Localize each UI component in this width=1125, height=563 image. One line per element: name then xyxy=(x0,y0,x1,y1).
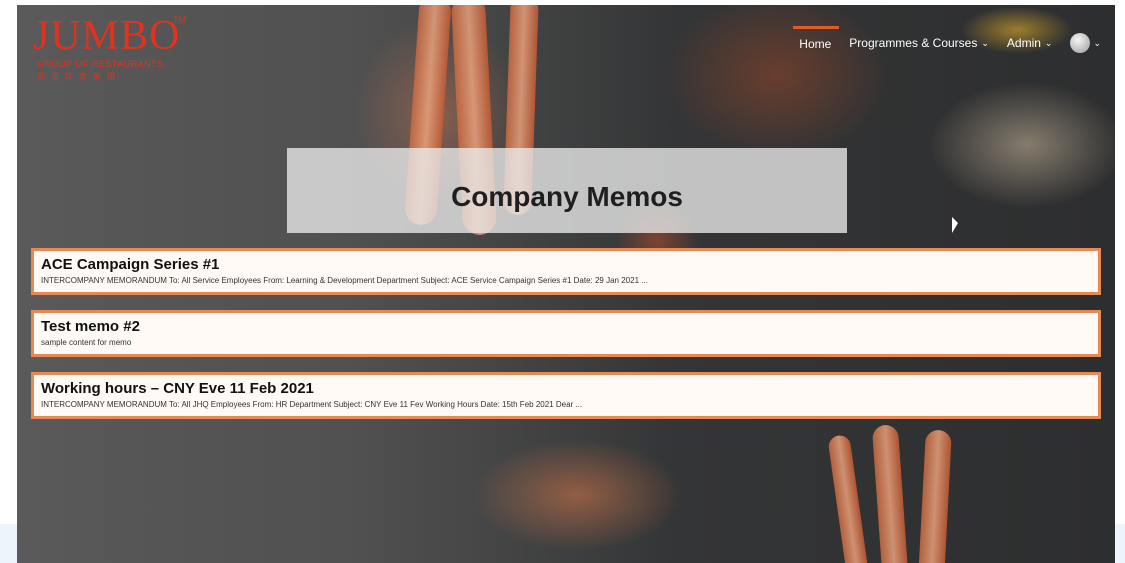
logo-subtitle: GROUP OF RESTAURANTS xyxy=(37,59,164,69)
chevron-down-icon: ⌄ xyxy=(1093,37,1101,48)
brand-logo[interactable]: JUMBO TM GROUP OF RESTAURANTS 珍宝饮食集团 xyxy=(33,13,186,93)
memo-title: Working hours – CNY Eve 11 Feb 2021 xyxy=(41,380,314,397)
crab-leg-decoration xyxy=(871,424,909,563)
logo-wordmark: JUMBO xyxy=(33,13,181,59)
hero-background: JUMBO TM GROUP OF RESTAURANTS 珍宝饮食集团 Hom… xyxy=(17,5,1115,563)
logo-chinese-name: 珍宝饮食集团 xyxy=(37,72,121,81)
page-title: Company Memos xyxy=(451,180,683,212)
memo-excerpt: sample content for memo xyxy=(41,338,132,347)
nav-admin-label: Admin xyxy=(1006,36,1041,50)
user-menu[interactable]: ⌄ xyxy=(1070,33,1101,53)
chevron-down-icon: ⌄ xyxy=(981,37,989,48)
nav-home-link[interactable]: Home xyxy=(793,26,840,51)
memo-title: ACE Campaign Series #1 xyxy=(41,256,220,273)
nav-programmes-dropdown[interactable]: Programmes & Courses ⌄ xyxy=(849,36,989,50)
mouse-cursor-icon xyxy=(952,217,958,233)
nav-programmes-label: Programmes & Courses xyxy=(849,36,978,50)
memo-excerpt: INTERCOMPANY MEMORANDUM To: All JHQ Empl… xyxy=(41,400,583,409)
nav-admin-dropdown[interactable]: Admin ⌄ xyxy=(1007,36,1053,50)
crab-leg-decoration xyxy=(918,429,952,563)
top-navigation: Home Programmes & Courses ⌄ Admin ⌄ ⌄ xyxy=(793,26,1101,55)
page-title-panel: Company Memos xyxy=(287,148,847,233)
crab-leg-decoration xyxy=(827,434,869,563)
memo-card[interactable]: Test memo #2 sample content for memo xyxy=(31,310,1101,357)
logo-trademark: TM xyxy=(173,15,186,25)
memo-card[interactable]: ACE Campaign Series #1 INTERCOMPANY MEMO… xyxy=(31,248,1101,295)
memo-excerpt: INTERCOMPANY MEMORANDUM To: All Service … xyxy=(41,276,648,285)
avatar xyxy=(1070,33,1091,53)
chevron-down-icon: ⌄ xyxy=(1044,37,1053,48)
memo-title: Test memo #2 xyxy=(41,318,140,335)
memo-card[interactable]: Working hours – CNY Eve 11 Feb 2021 INTE… xyxy=(31,372,1101,419)
nav-home-label: Home xyxy=(799,37,832,51)
